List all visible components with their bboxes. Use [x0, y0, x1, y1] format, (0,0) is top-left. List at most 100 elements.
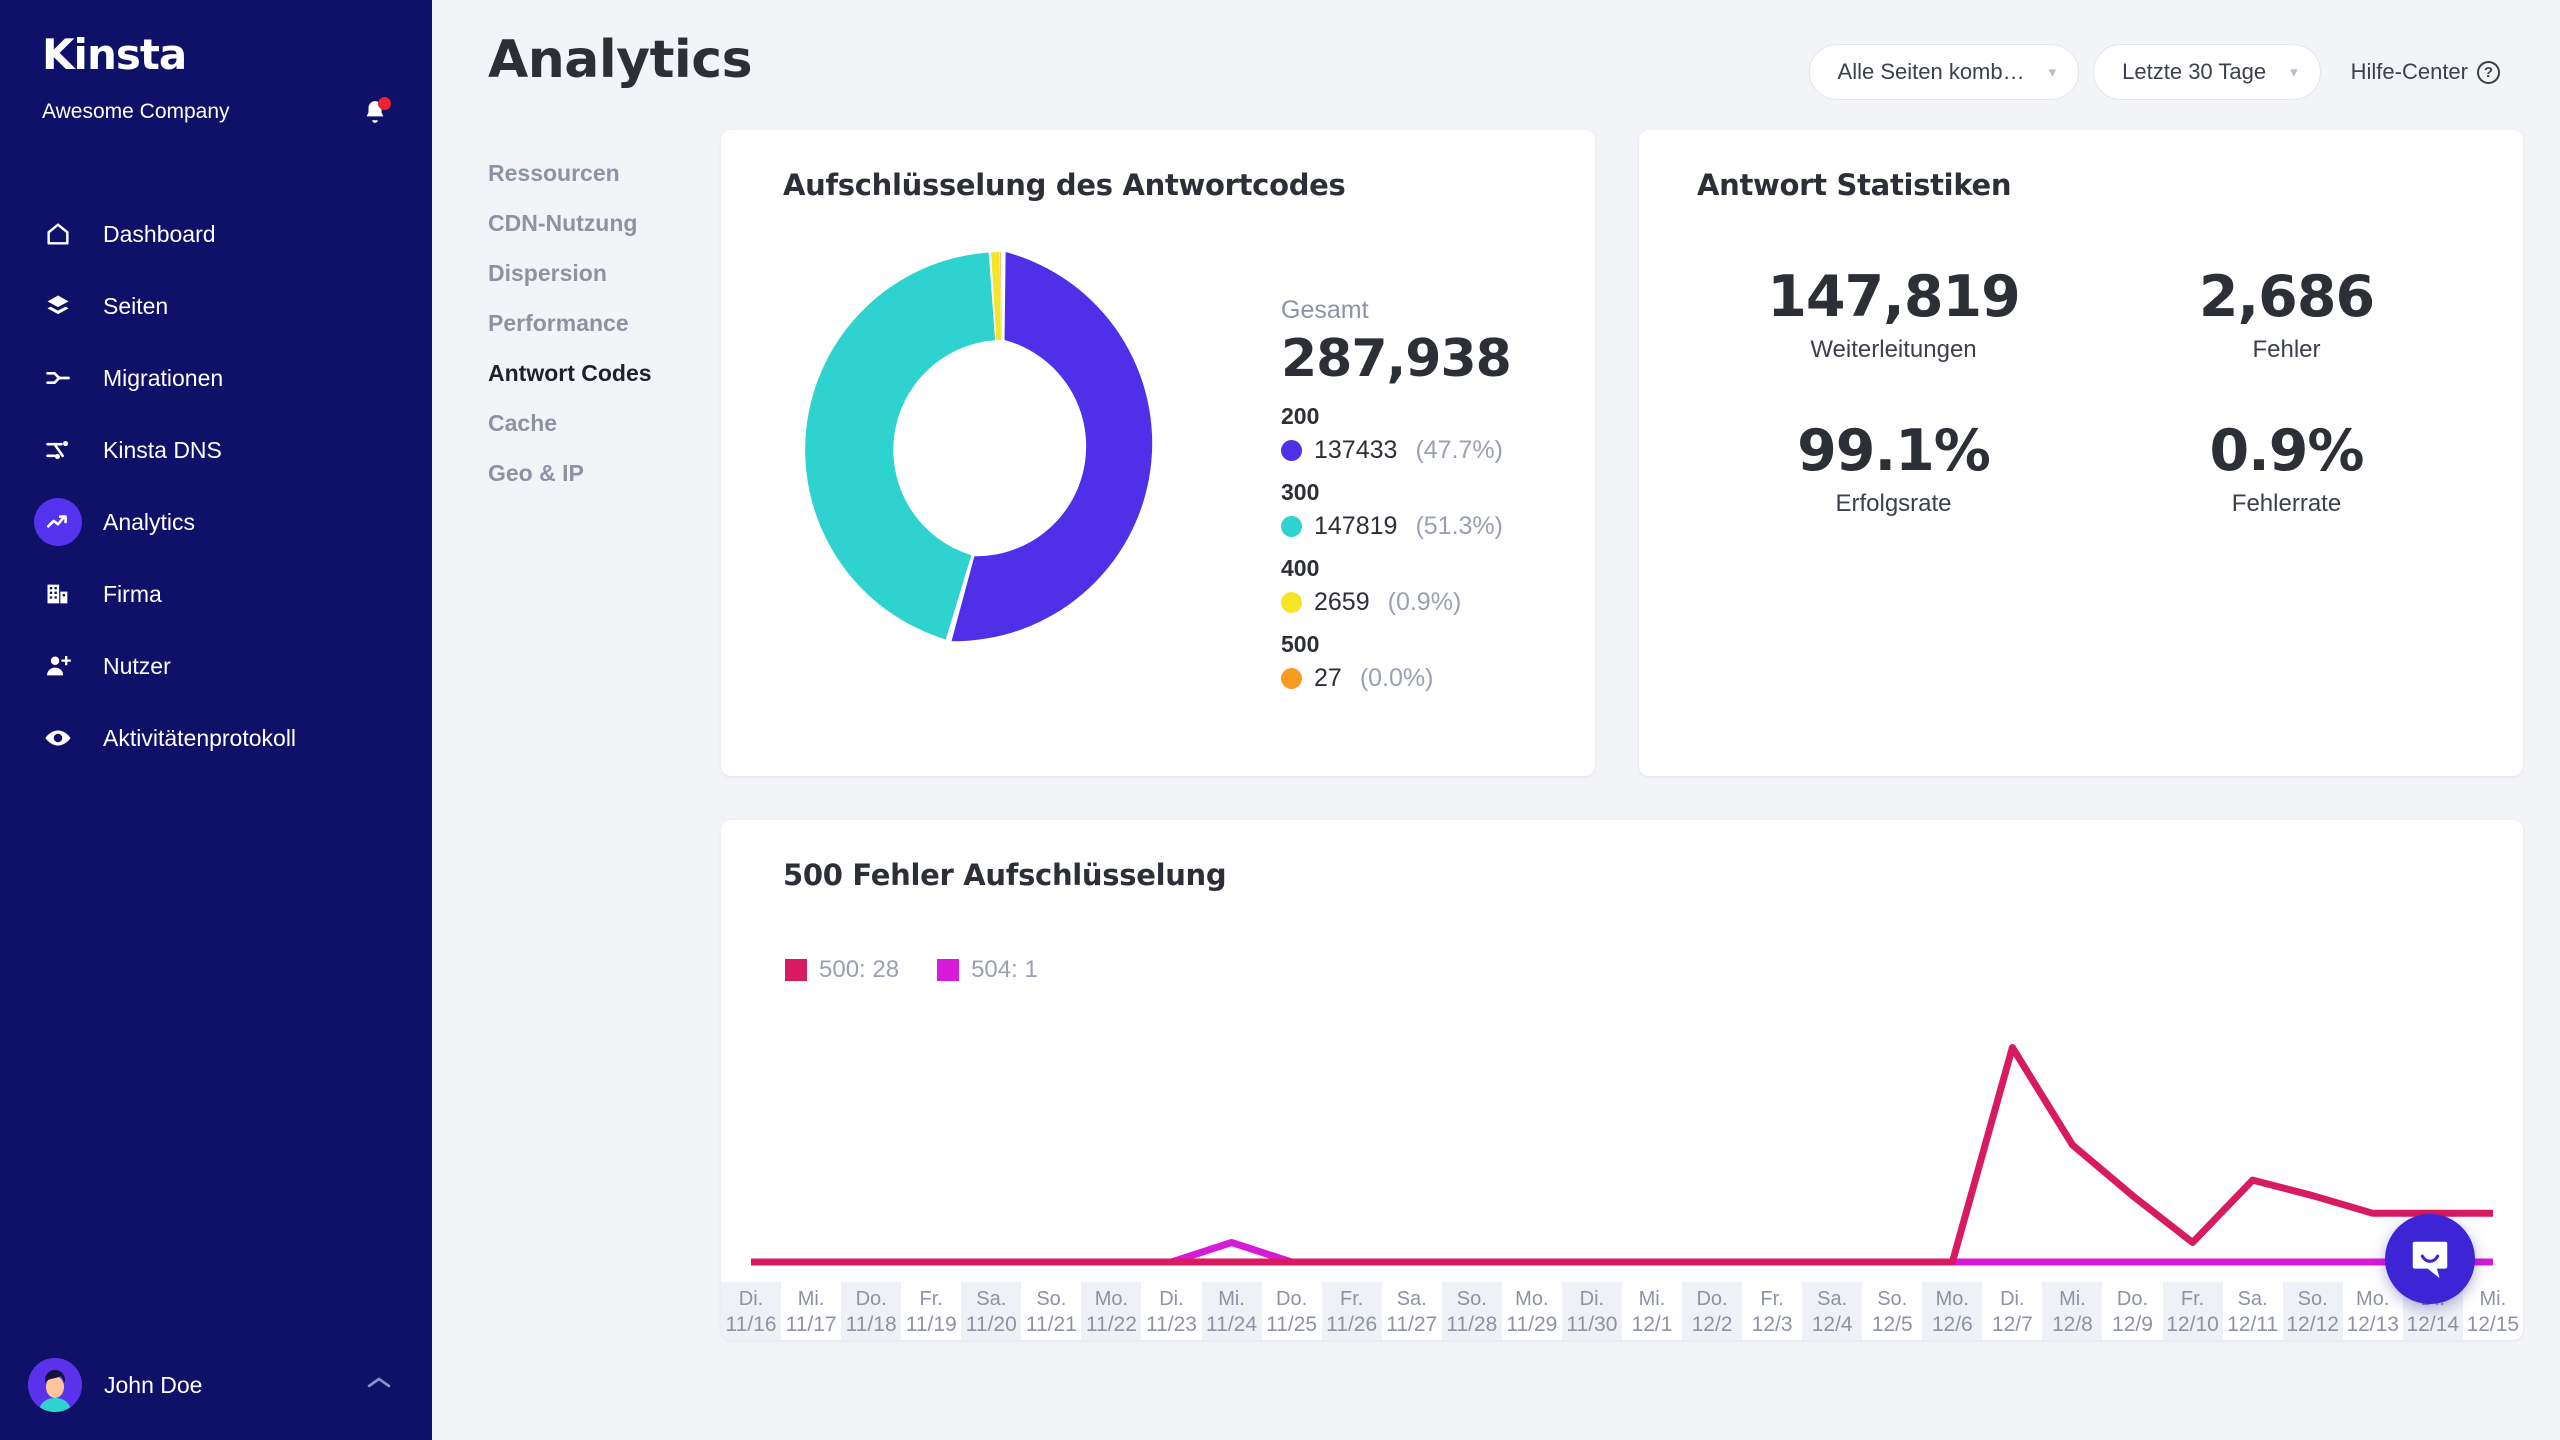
x-axis-weekday: So. [2298, 1287, 2328, 1312]
primary-nav: Dashboard Seiten Migrat [0, 198, 432, 774]
x-axis-tick: Do.11/25 [1262, 1282, 1322, 1340]
subnav-item-cache[interactable]: Cache [488, 398, 721, 448]
legend-code: 300 [1281, 479, 1511, 506]
sidebar-item-dashboard[interactable]: Dashboard [0, 198, 432, 270]
legend-row[interactable]: 147819 (51.3%) [1281, 512, 1511, 541]
cards-row: Aufschlüsselung des Antwortcodes [721, 130, 2523, 776]
stat-label: Erfolgsrate [1697, 490, 2090, 518]
x-axis-weekday: Mo. [1095, 1287, 1128, 1312]
x-axis-date: 11/25 [1266, 1312, 1317, 1338]
subnav-item-performance[interactable]: Performance [488, 298, 721, 348]
legend-swatch-500 [785, 959, 807, 981]
x-axis-weekday: Di. [739, 1287, 763, 1312]
notification-badge-dot [378, 97, 391, 110]
chevron-up-icon[interactable] [366, 1375, 392, 1396]
x-axis-date: 12/9 [2112, 1312, 2153, 1338]
x-axis-date: 12/12 [2286, 1312, 2339, 1338]
subnav-item-dispersion[interactable]: Dispersion [488, 248, 721, 298]
x-axis-weekday: Do. [856, 1287, 887, 1312]
x-axis-date: 12/15 [2467, 1312, 2520, 1338]
user-menu-button[interactable]: John Doe [0, 1330, 432, 1440]
legend-percent: (0.0%) [1360, 664, 1434, 693]
sidebar-item-migrationen[interactable]: Migrationen [0, 342, 432, 414]
x-axis-weekday: Mi. [1218, 1287, 1245, 1312]
top-bar: Analytics Alle Seiten komb… ▾ Letzte 30 … [432, 0, 2560, 130]
legend-row[interactable]: 137433 (47.7%) [1281, 436, 1511, 465]
user-name: John Doe [104, 1372, 366, 1399]
x-axis-tick: Fr.11/19 [901, 1282, 961, 1340]
subnav-item-ressourcen[interactable]: Ressourcen [488, 148, 721, 198]
x-axis-weekday: Do. [2117, 1287, 2148, 1312]
avatar [28, 1358, 82, 1412]
migrate-icon [34, 354, 82, 402]
line-chart-plot [721, 1020, 2523, 1270]
date-range-select[interactable]: Letzte 30 Tage ▾ [2093, 44, 2320, 100]
x-axis-date: 11/19 [906, 1312, 957, 1338]
layers-icon [34, 282, 82, 330]
sidebar-item-analytics[interactable]: Analytics [0, 486, 432, 558]
sidebar-item-label: Analytics [103, 509, 195, 536]
x-axis-weekday: Do. [1696, 1287, 1727, 1312]
chat-bubble-button[interactable] [2385, 1214, 2475, 1304]
x-axis-weekday: Fr. [2181, 1287, 2204, 1312]
analytics-content: Aufschlüsselung des Antwortcodes [721, 130, 2523, 1340]
site-filter-value: Alle Seiten komb… [1838, 59, 2025, 85]
sidebar-item-kinsta-dns[interactable]: Kinsta DNS [0, 414, 432, 486]
help-center-link[interactable]: Hilfe-Center ? [2351, 59, 2500, 85]
stat-fehlerrate: 0.9% Fehlerrate [2090, 422, 2483, 518]
x-axis-tick: Di.11/16 [721, 1282, 781, 1340]
x-axis-weekday: Mo. [2356, 1287, 2389, 1312]
x-axis-weekday: So. [1457, 1287, 1487, 1312]
sidebar-item-aktivitaetenprotokoll[interactable]: Aktivitätenprotokoll [0, 702, 432, 774]
subnav-item-antwort-codes[interactable]: Antwort Codes [488, 348, 721, 398]
x-axis-date: 11/17 [786, 1312, 837, 1338]
legend-code: 500 [1281, 631, 1511, 658]
sidebar-item-label: Nutzer [103, 653, 171, 680]
legend-item-504[interactable]: 504: 1 [937, 956, 1038, 984]
sidebar-item-firma[interactable]: Firma [0, 558, 432, 630]
legend-row[interactable]: 27 (0.0%) [1281, 664, 1511, 693]
x-axis-date: 11/18 [846, 1312, 897, 1338]
donut-slice-300[interactable] [805, 252, 995, 639]
total-value: 287,938 [1281, 329, 1511, 389]
x-axis-tick: Mo.12/6 [1922, 1282, 1982, 1340]
help-center-label: Hilfe-Center [2351, 59, 2468, 85]
x-axis-tick: Do.11/18 [841, 1282, 901, 1340]
donut-legend: Gesamt 287,938 200 137433 (47.7%) [1263, 230, 1511, 693]
x-axis-tick: Mo.11/29 [1502, 1282, 1562, 1340]
x-axis-tick: So.11/28 [1442, 1282, 1502, 1340]
series-line-500[interactable] [751, 1048, 2493, 1263]
stat-fehler: 2,686 Fehler [2090, 268, 2483, 364]
x-axis-date: 11/22 [1086, 1312, 1137, 1338]
sidebar-item-label: Kinsta DNS [103, 437, 222, 464]
legend-item-500[interactable]: 500: 28 [785, 956, 899, 984]
legend-group-400: 400 2659 (0.9%) [1281, 555, 1511, 617]
x-axis-date: 12/2 [1692, 1312, 1733, 1338]
x-axis-tick: Di.12/7 [1982, 1282, 2042, 1340]
sidebar-item-seiten[interactable]: Seiten [0, 270, 432, 342]
stat-value: 99.1% [1697, 422, 2090, 482]
x-axis-weekday: Mi. [798, 1287, 825, 1312]
legend-dot-500 [1281, 668, 1302, 689]
page-title: Analytics [488, 32, 752, 89]
kinsta-logo[interactable]: Kinsta [42, 34, 432, 76]
body-area: Ressourcen CDN-Nutzung Dispersion Perfor… [432, 130, 2560, 1340]
subnav-item-geo-ip[interactable]: Geo & IP [488, 448, 721, 498]
legend-row[interactable]: 2659 (0.9%) [1281, 588, 1511, 617]
legend-label: 504: 1 [971, 956, 1038, 984]
x-axis-date: 11/28 [1446, 1312, 1497, 1338]
total-label: Gesamt [1281, 296, 1511, 325]
x-axis-weekday: Di. [2000, 1287, 2024, 1312]
x-axis-tick: Mo.12/13 [2343, 1282, 2403, 1340]
donut-chart [783, 230, 1263, 693]
notification-bell-button[interactable] [362, 98, 388, 126]
x-axis-weekday: Mi. [1639, 1287, 1666, 1312]
site-filter-select[interactable]: Alle Seiten komb… ▾ [1809, 44, 2080, 100]
sidebar-item-nutzer[interactable]: Nutzer [0, 630, 432, 702]
x-axis-tick: Mi.11/17 [781, 1282, 841, 1340]
x-axis-date: 12/5 [1872, 1312, 1913, 1338]
x-axis-weekday: Do. [1276, 1287, 1307, 1312]
subnav-item-cdn-nutzung[interactable]: CDN-Nutzung [488, 198, 721, 248]
dns-icon [34, 426, 82, 474]
legend-code: 400 [1281, 555, 1511, 582]
